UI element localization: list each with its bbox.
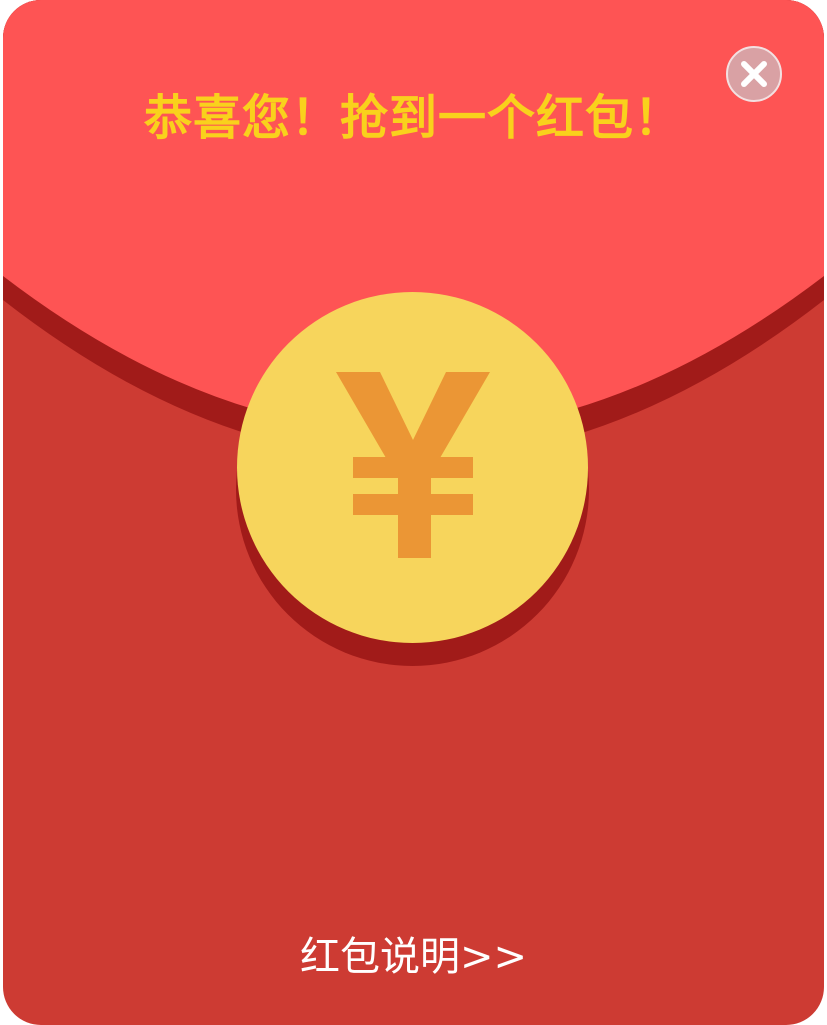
- congratulations-title: 恭喜您！抢到一个红包！: [143, 90, 683, 146]
- yuan-icon: [336, 372, 490, 558]
- envelope-rules-link[interactable]: 红包说明>>: [3, 930, 824, 984]
- red-envelope: 恭喜您！抢到一个红包！ 红包说明>>: [3, 0, 824, 1025]
- close-button[interactable]: [726, 46, 782, 102]
- open-coin-button[interactable]: [237, 292, 588, 643]
- close-icon: [741, 61, 767, 87]
